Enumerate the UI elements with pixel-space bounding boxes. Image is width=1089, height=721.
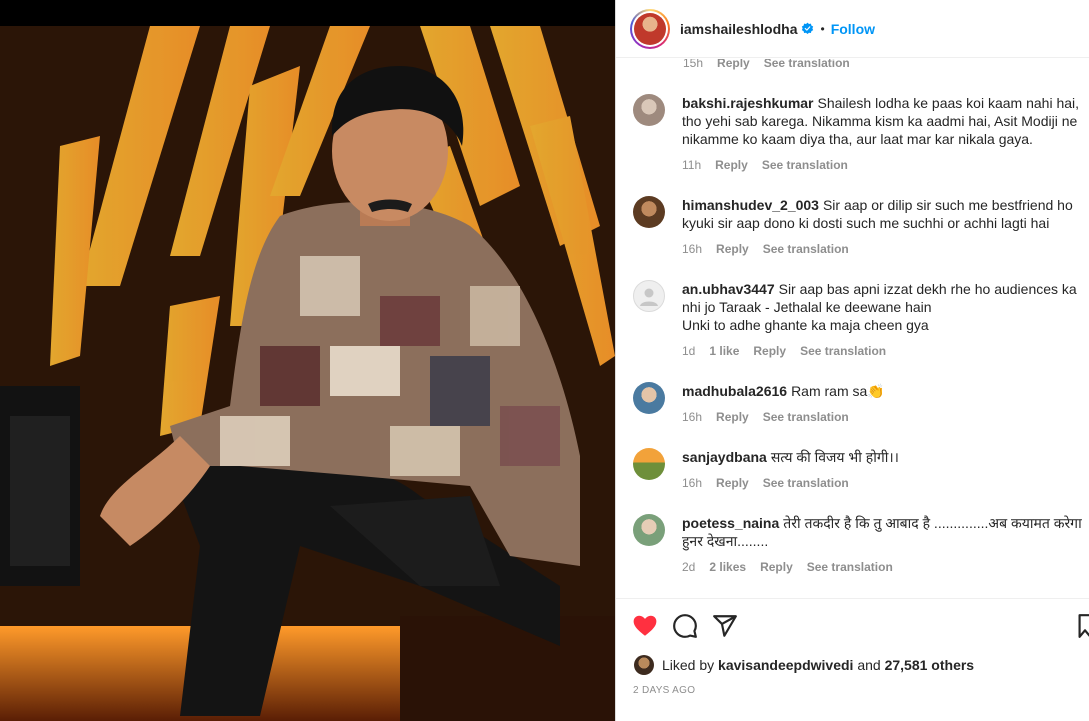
reply-button[interactable]: Reply [753, 344, 786, 358]
commenter-username[interactable]: bakshi.rajeshkumar [682, 95, 814, 111]
comment-text: सत्य की विजय भी होगी।। [770, 449, 899, 465]
comment-likes-count[interactable]: 2 likes [709, 560, 746, 574]
comment-time: 15h [683, 59, 704, 70]
liked-by-user[interactable]: kavisandeepdwivedi [718, 657, 853, 673]
see-translation-button[interactable]: See translation [800, 344, 886, 358]
comment-item: bakshi.rajeshkumar Shailesh lodha ke paas… [633, 94, 1083, 172]
reply-button[interactable]: Reply [715, 158, 748, 172]
liked-by-prefix: Liked by [662, 657, 715, 673]
see-translation-button[interactable]: See translation [762, 158, 848, 172]
author-username[interactable]: iamshaileshlodha [680, 21, 797, 37]
share-icon[interactable] [712, 613, 738, 639]
commenter-avatar[interactable] [633, 196, 665, 228]
liked-by-joiner: and [857, 657, 881, 673]
header-separator: • [820, 21, 825, 36]
photo-illustration [0, 26, 615, 721]
see-translation-button[interactable]: See translation [763, 410, 849, 424]
post-photo [0, 26, 615, 721]
bookmark-icon[interactable] [1078, 613, 1089, 639]
previous-comment-meta: 15h Reply See translation [683, 59, 850, 70]
comment-text: Ram ram sa👏 [791, 383, 885, 399]
comment-time: 16h [682, 242, 703, 256]
comment-item: himanshudev_2_003 Sir aap or dilip sir su… [633, 196, 1083, 256]
comment-icon[interactable] [672, 613, 698, 639]
post-side-panel: iamshaileshlodha • Follow 15h Reply See … [615, 0, 1089, 721]
reply-button[interactable]: Reply [717, 59, 750, 70]
comment-item: poetess_naina तेरी तकदीर है कि तु आबाद है… [633, 514, 1083, 574]
commenter-avatar[interactable] [633, 448, 665, 480]
comment-time: 16h [682, 476, 703, 490]
commenter-username[interactable]: himanshudev_2_003 [682, 197, 819, 213]
commenter-avatar[interactable] [633, 94, 665, 126]
reply-button[interactable]: Reply [716, 242, 749, 256]
post-actions-bar [616, 598, 1089, 650]
see-translation-button[interactable]: See translation [764, 59, 850, 70]
reply-button[interactable]: Reply [716, 476, 749, 490]
comment-time: 1d [682, 344, 696, 358]
comment-item: madhubala2616 Ram ram sa👏 16h Reply See t… [633, 382, 1083, 424]
see-translation-button[interactable]: See translation [807, 560, 893, 574]
likes-count[interactable]: 27,581 others [885, 657, 975, 673]
comment-time: 2d [682, 560, 696, 574]
liked-by-summary: Liked by kavisandeepdwivedi and 27,581 o… [634, 655, 974, 675]
see-translation-button[interactable]: See translation [763, 476, 849, 490]
commenter-username[interactable]: sanjaydbana [682, 449, 767, 465]
post-media[interactable] [0, 0, 615, 721]
default-avatar-icon [640, 288, 658, 306]
author-avatar-image [634, 12, 666, 45]
see-translation-button[interactable]: See translation [763, 242, 849, 256]
comments-list[interactable]: 15h Reply See translation bakshi.rajeshk… [616, 59, 1089, 597]
comment-time: 16h [682, 410, 703, 424]
verified-badge-icon [802, 22, 814, 35]
reply-button[interactable]: Reply [760, 560, 793, 574]
post-header: iamshaileshlodha • Follow [616, 0, 1089, 58]
commenter-username[interactable]: madhubala2616 [682, 383, 787, 399]
comment-item: sanjaydbana सत्य की विजय भी होगी।। 16h Re… [633, 448, 1083, 490]
commenter-username[interactable]: an.ubhav3447 [682, 281, 775, 297]
commenter-avatar[interactable] [633, 280, 665, 312]
comment-likes-count[interactable]: 1 like [709, 344, 739, 358]
comment-time: 11h [682, 158, 702, 172]
reply-button[interactable]: Reply [716, 410, 749, 424]
post-timestamp: 2 DAYS AGO [633, 685, 696, 696]
comment-item: an.ubhav3447 Sir aap bas apni izzat dekh … [633, 280, 1083, 358]
commenter-username[interactable]: poetess_naina [682, 515, 779, 531]
commenter-avatar[interactable] [633, 514, 665, 546]
commenter-avatar[interactable] [633, 382, 665, 414]
heart-filled-icon[interactable] [632, 613, 658, 639]
author-avatar[interactable] [630, 8, 670, 49]
liker-avatar[interactable] [634, 655, 654, 675]
follow-button[interactable]: Follow [831, 21, 875, 37]
